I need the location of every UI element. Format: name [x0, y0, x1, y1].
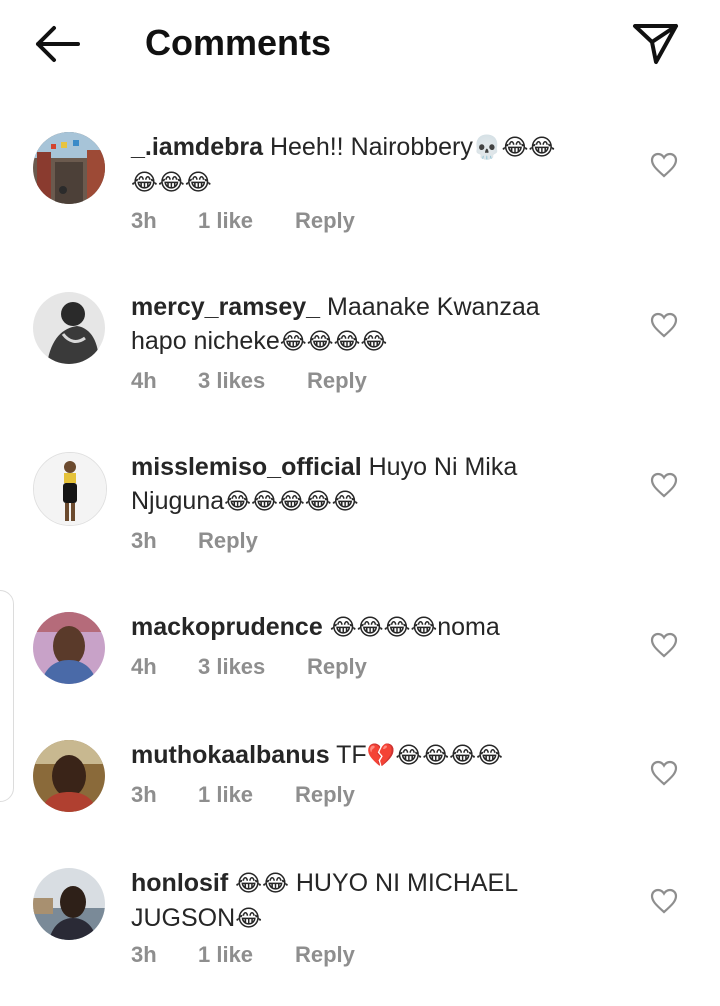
reply-button[interactable]: Reply	[198, 528, 258, 554]
comment-emojis-line2: 😂	[235, 906, 263, 932]
share-button[interactable]	[630, 18, 682, 68]
comment-body: Heeh!! Nairobbery	[269, 133, 473, 161]
comment-time: 4h	[131, 368, 157, 393]
comment-body-line2: hapo nicheke	[131, 327, 280, 355]
comment-body: Maanake Kwanzaa	[327, 293, 540, 321]
avatar[interactable]	[33, 612, 105, 684]
comment-text: misslemiso_official Huyo Ni Mika Njuguna…	[131, 450, 626, 519]
comment-item: _.iamdebra Heeh!! Nairobbery💀😂😂 😂😂😂 3h 1…	[0, 120, 720, 270]
comment-time: 3h	[131, 208, 157, 233]
comment-time: 4h	[131, 654, 157, 679]
comment-likes[interactable]: 1 like	[198, 782, 253, 808]
comment-username[interactable]: muthokaalbanus	[131, 741, 330, 769]
comment-text: _.iamdebra Heeh!! Nairobbery💀😂😂 😂😂😂	[131, 130, 626, 200]
comment-body: Huyo Ni Mika	[368, 453, 518, 481]
reply-button[interactable]: Reply	[307, 368, 367, 394]
avatar[interactable]	[33, 740, 105, 812]
reply-button[interactable]: Reply	[295, 782, 355, 808]
comment-username[interactable]: misslemiso_official	[131, 453, 362, 481]
comment-body: noma	[437, 613, 500, 641]
paper-plane-icon	[633, 24, 678, 64]
avatar[interactable]	[33, 868, 105, 940]
comment-username[interactable]: mercy_ramsey_	[131, 293, 320, 321]
reply-button[interactable]: Reply	[307, 654, 367, 680]
page-title: Comments	[145, 22, 332, 63]
avatar[interactable]	[33, 132, 105, 204]
comment-text: honlosif 😂😂 HUYO NI MICHAEL JUGSON😂	[131, 866, 626, 936]
comment-emojis: 💀😂😂	[472, 135, 556, 161]
comment-emojis-line2: 😂😂😂	[131, 170, 212, 196]
comment-item: mercy_ramsey_ Maanake Kwanzaa hapo niche…	[0, 280, 720, 430]
comment-body-line2: Njuguna	[131, 487, 225, 515]
comment-item: honlosif 😂😂 HUYO NI MICHAEL JUGSON😂 3h 1…	[0, 856, 720, 1006]
comment-username[interactable]: _.iamdebra	[131, 133, 263, 161]
comment-likes[interactable]: 1 like	[198, 942, 253, 968]
comment-body: HUYO NI MICHAEL	[295, 869, 519, 897]
comment-emojis-line2: 😂😂😂😂	[279, 329, 388, 355]
back-button[interactable]	[32, 24, 82, 64]
comment-likes[interactable]: 1 like	[198, 208, 253, 234]
avatar[interactable]	[33, 292, 105, 364]
reply-button[interactable]: Reply	[295, 208, 355, 234]
avatar[interactable]	[33, 452, 107, 526]
comment-emojis: 😂😂	[235, 871, 289, 897]
comment-time: 3h	[131, 782, 157, 807]
comment-likes[interactable]: 3 likes	[198, 368, 265, 394]
heart-icon[interactable]	[650, 632, 678, 658]
comment-emojis-line2: 😂😂😂😂😂	[224, 489, 359, 515]
header: Comments	[0, 0, 720, 90]
comment-body: TF	[336, 741, 367, 769]
comment-body-line2: JUGSON	[131, 904, 236, 932]
heart-icon[interactable]	[650, 472, 678, 498]
comment-emojis: 😂😂😂😂	[329, 615, 438, 641]
heart-icon[interactable]	[650, 312, 678, 338]
reply-button[interactable]: Reply	[295, 942, 355, 968]
comment-username[interactable]: honlosif	[131, 869, 228, 897]
arrow-left-icon	[36, 26, 80, 62]
comment-item: misslemiso_official Huyo Ni Mika Njuguna…	[0, 440, 720, 590]
comment-time: 3h	[131, 528, 157, 553]
comment-likes[interactable]: 3 likes	[198, 654, 265, 680]
heart-icon[interactable]	[650, 152, 678, 178]
heart-icon[interactable]	[650, 888, 678, 914]
comment-emojis: 💔😂😂😂😂	[366, 743, 503, 769]
comment-text: mackoprudence 😂😂😂😂noma	[131, 610, 626, 645]
comment-time: 3h	[131, 942, 157, 967]
comment-text: mercy_ramsey_ Maanake Kwanzaa hapo niche…	[131, 290, 626, 359]
comment-username[interactable]: mackoprudence	[131, 613, 323, 641]
comment-text: muthokaalbanus TF💔😂😂😂😂	[131, 738, 626, 773]
heart-icon[interactable]	[650, 760, 678, 786]
